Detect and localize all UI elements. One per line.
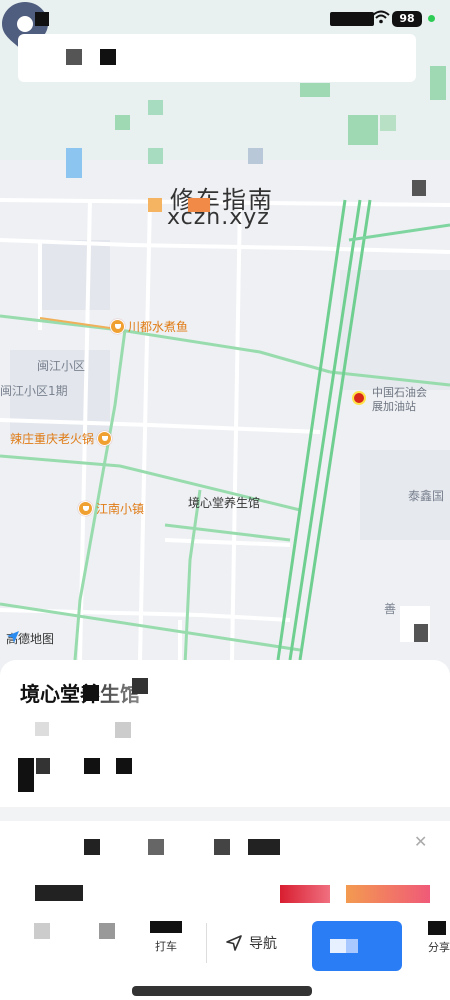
road-network xyxy=(0,0,450,666)
area-label: 泰鑫国 xyxy=(408,489,445,503)
redaction-block xyxy=(148,198,162,212)
redaction-block xyxy=(214,839,230,855)
close-icon[interactable]: ✕ xyxy=(414,832,427,851)
redaction-block xyxy=(248,839,280,855)
share-label: 分享 xyxy=(428,941,450,954)
redaction-block xyxy=(18,758,34,792)
map-view[interactable]: 修车指南 xczn.xyz 川都水煮鱼 辣庄重庆老火锅 江南小镇 闽江小区 闽江… xyxy=(0,0,450,670)
redaction-overlay xyxy=(96,676,266,706)
redaction-block xyxy=(148,839,164,855)
navigation-arrow-icon xyxy=(226,935,242,951)
taxi-label: 打车 xyxy=(155,940,177,953)
wifi-icon xyxy=(372,10,390,24)
redaction-block xyxy=(83,685,99,701)
area-label: 闽江小区1期 xyxy=(0,384,68,398)
privacy-dot xyxy=(428,15,435,22)
poi-restaurant[interactable]: 辣庄重庆老火锅 xyxy=(10,430,113,447)
poi-label: 辣庄重庆老火锅 xyxy=(10,432,95,446)
map-logo: 高德地图 xyxy=(6,630,54,647)
battery-indicator: 98 xyxy=(392,11,422,27)
poi-label: 江南小镇 xyxy=(96,502,145,516)
share-button[interactable]: 分享 xyxy=(428,921,450,961)
navigate-button[interactable]: 导航 xyxy=(206,923,306,963)
info-row[interactable] xyxy=(0,825,450,873)
poi-label: 川都水煮鱼 xyxy=(128,320,189,334)
restaurant-icon xyxy=(110,319,125,334)
watermark-url: xczn.xyz xyxy=(167,205,270,230)
redaction-block xyxy=(116,758,132,774)
redaction-block xyxy=(35,722,49,736)
redaction-block xyxy=(99,923,115,939)
navigate-label: 导航 xyxy=(249,936,277,952)
redaction-block xyxy=(346,939,358,953)
redaction-block xyxy=(84,839,100,855)
home-indicator[interactable] xyxy=(132,986,312,996)
redaction-block xyxy=(84,758,100,774)
gas-station-label: 中国石油会 展加油站 xyxy=(372,386,427,413)
gas-station-icon[interactable] xyxy=(352,391,366,405)
area-label: 善 xyxy=(384,602,397,616)
redaction-block xyxy=(66,49,82,65)
redaction-block xyxy=(188,198,210,212)
promo-tag[interactable] xyxy=(346,885,430,903)
selected-place-label: 境心堂养生馆 xyxy=(188,496,261,510)
redaction-block xyxy=(100,49,116,65)
poi-restaurant[interactable]: 江南小镇 xyxy=(78,500,144,517)
promo-tag[interactable] xyxy=(280,885,330,903)
route-button[interactable] xyxy=(312,921,402,971)
taxi-button[interactable]: 打车 xyxy=(148,917,184,957)
restaurant-icon xyxy=(78,501,93,516)
section-divider xyxy=(0,807,450,821)
taxi-icon xyxy=(150,921,182,933)
poi-restaurant[interactable]: 川都水煮鱼 xyxy=(110,318,188,335)
promo-row[interactable] xyxy=(0,885,450,909)
redaction-block xyxy=(115,722,131,738)
restaurant-icon xyxy=(97,431,113,446)
amap-logo-icon xyxy=(7,631,19,643)
redaction-block xyxy=(414,624,428,642)
redaction-block xyxy=(34,923,50,939)
share-icon xyxy=(428,921,446,935)
redaction-block xyxy=(330,939,346,953)
area-label: 闽江小区 xyxy=(37,359,86,373)
redaction-block xyxy=(132,678,148,694)
redaction-block xyxy=(412,180,426,196)
redaction-block xyxy=(330,12,374,26)
redaction-block xyxy=(36,758,50,774)
redaction-block xyxy=(35,885,83,901)
status-bar: 98 xyxy=(0,0,450,34)
redaction-block xyxy=(35,12,49,26)
search-box[interactable] xyxy=(18,34,416,82)
